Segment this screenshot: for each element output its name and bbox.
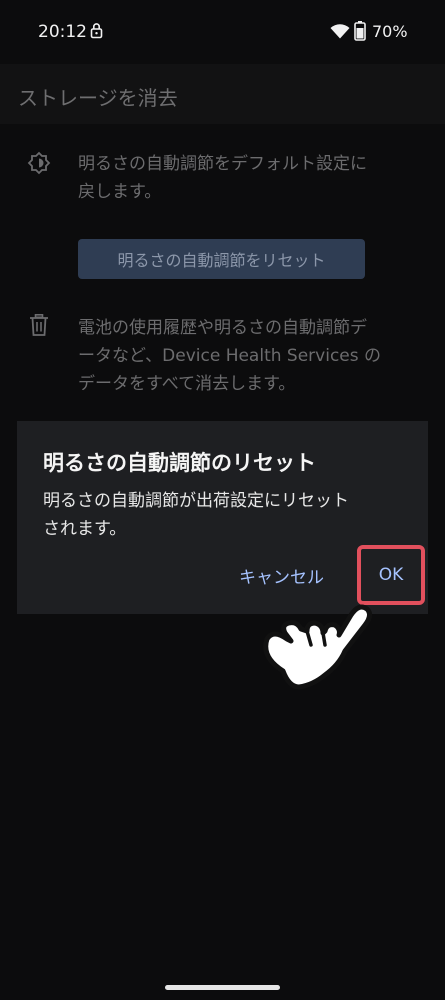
reset-brightness-button[interactable]: 明るさの自動調節をリセット (78, 239, 365, 279)
reset-dialog: 明るさの自動調節のリセット 明るさの自動調節が出荷設定にリセット されます。 キ… (17, 421, 428, 614)
page-title: ストレージを消去 (18, 86, 178, 110)
lock-icon (90, 22, 103, 43)
dialog-message-line: 明るさの自動調節が出荷設定にリセット (43, 491, 349, 511)
status-bar: 20:12 70% (0, 0, 445, 64)
dialog-message-line: されます。 (43, 519, 127, 539)
dialog-title: 明るさの自動調節のリセット (43, 451, 316, 475)
delete-description: 電池の使用履歴や明るさの自動調節デ ータなど、Device Health Ser… (78, 314, 428, 398)
brightness-description-line: 明るさの自動調節をデフォルト設定に (78, 154, 367, 174)
brightness-description-line: 戻します。 (78, 182, 162, 202)
delete-description-line: 電池の使用履歴や明るさの自動調節デ (78, 318, 367, 338)
app-bar: ストレージを消去 (0, 64, 445, 124)
dialog-message: 明るさの自動調節が出荷設定にリセット されます。 (43, 487, 413, 543)
cancel-button[interactable]: キャンセル (239, 563, 324, 588)
battery-icon (354, 21, 366, 45)
battery-percentage: 70% (372, 22, 408, 41)
brightness-description: 明るさの自動調節をデフォルト設定に 戻します。 (78, 150, 423, 206)
wifi-icon (330, 24, 350, 43)
brightness-auto-icon (27, 151, 51, 179)
hand-pointer-icon (255, 595, 375, 704)
status-time: 20:12 (38, 22, 87, 42)
home-indicator[interactable] (165, 985, 280, 990)
delete-description-line: ータなど、Device Health Services の (78, 346, 382, 366)
trash-icon (29, 314, 49, 340)
delete-description-line: データをすべて消去します。 (78, 374, 296, 394)
